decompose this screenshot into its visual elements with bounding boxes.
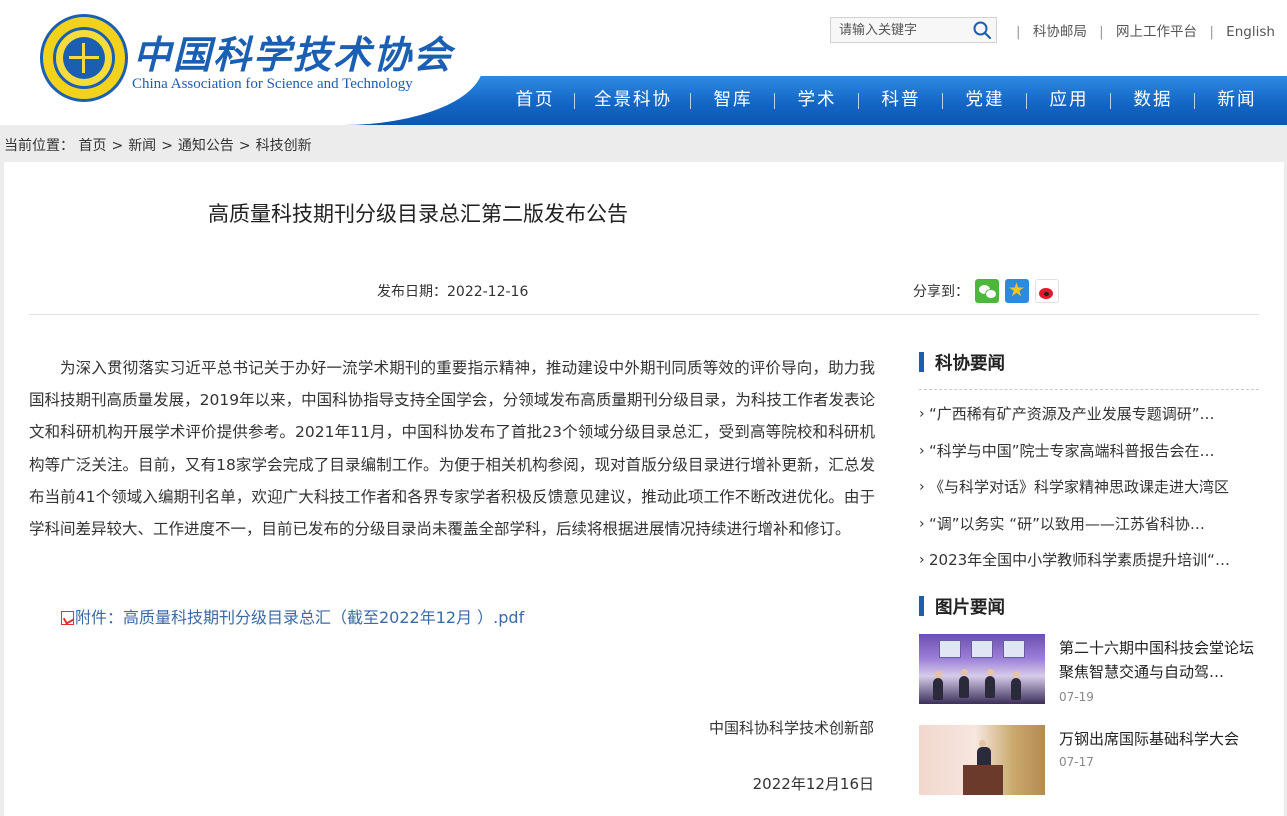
divider: | bbox=[1209, 24, 1214, 40]
breadcrumb-home[interactable]: 首页 bbox=[78, 138, 106, 154]
nav-item-home[interactable]: 首页 bbox=[495, 76, 575, 125]
wechat-icon[interactable] bbox=[975, 279, 999, 303]
signature-date: 2022年12月16日 bbox=[752, 775, 874, 793]
breadcrumb-notices[interactable]: 通知公告 bbox=[178, 138, 234, 154]
nav-item-think-tank[interactable]: 智库 bbox=[691, 76, 775, 125]
top-links: | 科协邮局 | 网上工作平台 | English bbox=[1008, 20, 1275, 40]
nav-item-data[interactable]: 数据 bbox=[1111, 76, 1195, 125]
site-header: 中国科学技术协会 China Association for Science a… bbox=[0, 0, 1287, 125]
list-item[interactable]: “广西稀有矿产资源及产业发展专题调研”… bbox=[919, 400, 1259, 437]
weibo-icon[interactable] bbox=[1035, 279, 1059, 303]
title-divider bbox=[29, 314, 1259, 315]
logo-chinese-name: 中国科学技术协会 bbox=[133, 32, 454, 77]
list-item[interactable]: “科学与中国”院士专家高端科普报告会在… bbox=[919, 437, 1259, 474]
forum-stage-photo bbox=[919, 634, 1045, 704]
picture-news-date: 07-19 bbox=[1059, 690, 1094, 704]
share-label: 分享到： bbox=[913, 284, 969, 300]
search-box bbox=[830, 17, 997, 43]
divider: | bbox=[1099, 24, 1104, 40]
sidebar-news-heading: 科协要闻 bbox=[919, 350, 1005, 375]
speaker-podium-photo bbox=[919, 725, 1045, 795]
search-input[interactable] bbox=[839, 21, 969, 40]
attachment-link[interactable]: 附件：高质量科技期刊分级目录总汇（截至2022年12月 ）.pdf bbox=[61, 604, 524, 628]
article-title: 高质量科技期刊分级目录总汇第二版发布公告 bbox=[208, 202, 628, 226]
breadcrumb-separator: > bbox=[238, 138, 251, 154]
article-body: 为深入贯彻落实习近平总书记关于办好一流学术期刊的重要指示精神，推动建设中外期刊同… bbox=[29, 359, 875, 539]
picture-news-item[interactable]: 万钢出席国际基础科学大会 07-17 bbox=[919, 725, 1259, 795]
site-logo[interactable]: 中国科学技术协会 China Association for Science a… bbox=[40, 14, 451, 110]
nav-item-panorama[interactable]: 全景科协 bbox=[575, 76, 691, 125]
sidebar-news-list: “广西稀有矿产资源及产业发展专题调研”… “科学与中国”院士专家高端科普报告会在… bbox=[919, 400, 1259, 583]
breadcrumb: 当前位置： 首页 > 新闻 > 通知公告 > 科技创新 bbox=[4, 135, 312, 155]
breadcrumb-news[interactable]: 新闻 bbox=[128, 138, 156, 154]
breadcrumb-label: 当前位置： bbox=[4, 138, 74, 154]
list-item[interactable]: “调”以务实 “研”以致用——江苏省科协… bbox=[919, 510, 1259, 547]
nav-item-news[interactable]: 新闻 bbox=[1195, 76, 1279, 125]
link-english[interactable]: English bbox=[1226, 24, 1275, 40]
sidebar-pictures-heading: 图片要闻 bbox=[919, 594, 1005, 619]
attachment-label: 附件：高质量科技期刊分级目录总汇（截至2022年12月 ）.pdf bbox=[75, 608, 525, 627]
news-divider bbox=[919, 389, 1259, 390]
divider: | bbox=[1016, 24, 1021, 40]
main-nav: 首页 全景科协 智库 学术 科普 党建 应用 数据 新闻 bbox=[495, 76, 1279, 125]
breadcrumb-separator: > bbox=[161, 138, 173, 154]
signature-org: 中国科协科学技术创新部 bbox=[708, 719, 874, 737]
picture-news-item[interactable]: 第二十六期中国科技会堂论坛聚焦智慧交通与自动驾… 07-19 bbox=[919, 634, 1259, 704]
search-icon[interactable] bbox=[972, 20, 992, 40]
pdf-icon bbox=[61, 611, 74, 625]
nav-item-application[interactable]: 应用 bbox=[1027, 76, 1111, 125]
picture-news-title: 万钢出席国际基础科学大会 bbox=[1059, 730, 1240, 748]
logo-english-name: China Association for Science and Techno… bbox=[132, 76, 413, 92]
qzone-icon[interactable] bbox=[1005, 278, 1029, 303]
nav-item-academic[interactable]: 学术 bbox=[775, 76, 859, 125]
share-bar: 分享到： bbox=[913, 278, 1059, 304]
list-item[interactable]: 《与科学对话》科学家精神思政课走进大湾区 bbox=[919, 473, 1259, 510]
link-cast-mail[interactable]: 科协邮局 bbox=[1033, 24, 1087, 40]
nav-item-party[interactable]: 党建 bbox=[943, 76, 1027, 125]
list-item[interactable]: 2023年全国中小学教师科学素质提升培训“… bbox=[919, 546, 1259, 583]
breadcrumb-separator: > bbox=[111, 138, 124, 154]
breadcrumb-tech-innovation[interactable]: 科技创新 bbox=[256, 138, 312, 154]
publish-date: 发布日期：2022-12-16 bbox=[377, 284, 529, 300]
nav-item-science-pop[interactable]: 科普 bbox=[859, 76, 943, 125]
cast-emblem-icon bbox=[40, 14, 128, 102]
picture-news-title: 第二十六期中国科技会堂论坛聚焦智慧交通与自动驾… bbox=[1059, 639, 1255, 681]
link-work-platform[interactable]: 网上工作平台 bbox=[1116, 24, 1197, 40]
picture-news-date: 07-17 bbox=[1059, 755, 1094, 769]
